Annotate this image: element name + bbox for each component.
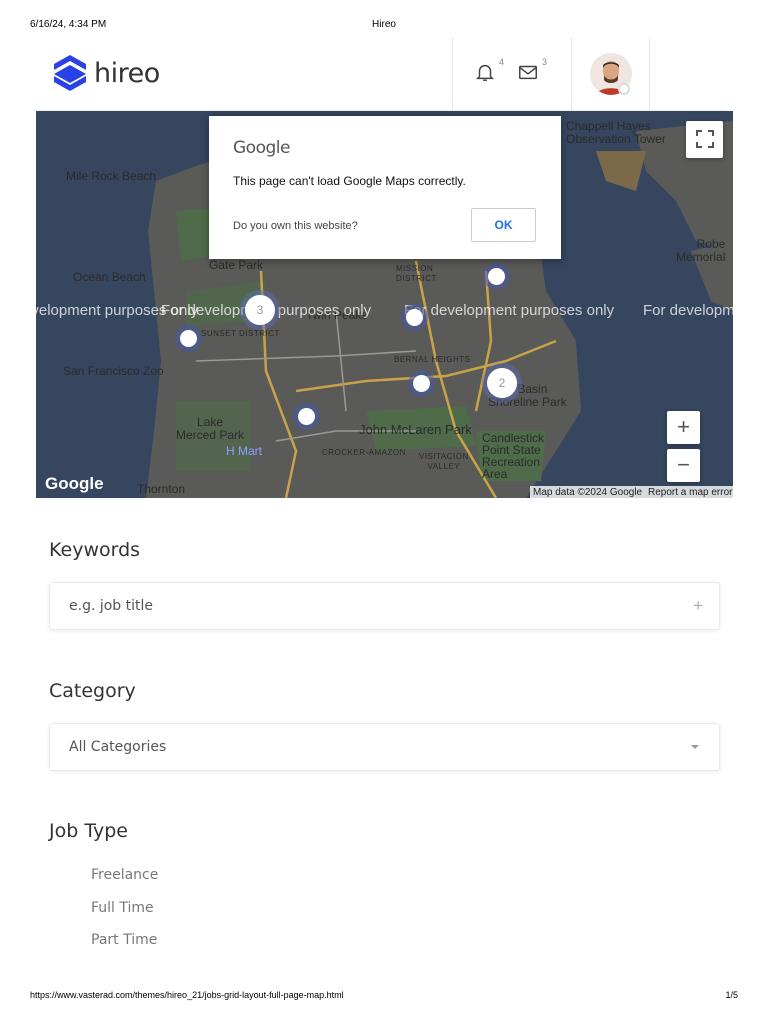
logo[interactable]: hireo [52, 53, 160, 93]
dialog-message: This page can't load Google Maps correct… [233, 174, 466, 188]
maps-error-dialog: Google This page can't load Google Maps … [209, 116, 561, 259]
print-url: https://www.vasterad.com/themes/hireo_21… [30, 990, 344, 1000]
job-type-option-freelance[interactable]: Freelance [91, 867, 158, 883]
notifications-count: 4 [498, 57, 504, 67]
chevron-down-icon [691, 745, 699, 749]
fullscreen-icon [695, 130, 714, 148]
map-label-chappell-hayes: Chappell Hayes Observation Tower [566, 119, 666, 146]
job-marker[interactable] [298, 408, 315, 425]
map-label-visitacion-valley: VISITACION VALLEY [419, 452, 469, 471]
map-label-lake-merced-park: Lake Merced Park [176, 415, 245, 442]
job-type-option-part-time[interactable]: Part Time [91, 932, 157, 948]
map-attribution: Map data ©2024 Google [530, 486, 646, 498]
dialog-question: Do you own this website? [233, 220, 358, 232]
jobs-map[interactable]: Mile Rock Beach Ocean Beach Gate Park MI… [36, 111, 733, 498]
hireo-logo-icon [54, 55, 86, 91]
job-type-heading: Job Type [49, 820, 128, 842]
map-label-ocean-beach: Ocean Beach [73, 270, 146, 284]
messages-button[interactable]: 3 [517, 57, 547, 85]
map-label-thornton: Thornton [137, 482, 186, 496]
job-marker[interactable] [406, 309, 423, 326]
envelope-icon [519, 65, 537, 80]
job-type-option-full-time[interactable]: Full Time [91, 900, 154, 916]
dialog-google-logo: Google [233, 138, 290, 158]
fullscreen-button[interactable] [686, 121, 723, 158]
dev-watermark: For development purposes only [404, 302, 615, 319]
marker-cluster[interactable]: 3 [245, 295, 275, 325]
map-label-crocker-amazon: CROCKER-AMAZON [322, 448, 406, 457]
job-marker[interactable] [488, 268, 505, 285]
header-divider [571, 37, 572, 110]
header-divider [452, 37, 453, 110]
print-page-number: 1/5 [725, 990, 738, 1000]
map-label-mile-rock-beach: Mile Rock Beach [66, 169, 157, 183]
header-divider [649, 37, 650, 110]
bell-icon [475, 64, 495, 81]
marker-cluster[interactable]: 2 [487, 368, 517, 398]
keywords-placeholder: e.g. job title [69, 598, 154, 614]
google-logo: Google [45, 474, 104, 493]
messages-count: 3 [541, 57, 547, 67]
map-label-sunset-district: SUNSET DISTRICT [201, 329, 280, 338]
map-label-mart: H Mart [226, 444, 262, 458]
map-label-gate-park: Gate Park [209, 258, 264, 272]
site-header: hireo 4 3 [36, 37, 726, 111]
print-header: 6/16/24, 4:34 PM Hireo [30, 19, 738, 33]
print-footer: https://www.vasterad.com/themes/hireo_21… [30, 990, 738, 1004]
print-title: Hireo [372, 19, 396, 30]
map-label-mission-district: MISSION DISTRICT [396, 264, 437, 283]
zoom-out-button[interactable]: − [667, 449, 700, 482]
report-map-error-link[interactable]: Report a map error [645, 486, 733, 498]
dev-watermark: For development purposes only [643, 302, 733, 319]
map-label-san-francisco-zoo: San Francisco Zoo [63, 364, 164, 378]
map-label-bernal-heights: BERNAL HEIGHTS [394, 355, 471, 364]
job-marker[interactable] [180, 330, 197, 347]
plus-icon[interactable]: + [693, 596, 703, 616]
map-label-john-mclaren-park: John McLaren Park [359, 422, 472, 437]
keywords-heading: Keywords [49, 539, 141, 561]
category-heading: Category [49, 680, 136, 702]
zoom-in-button[interactable]: + [667, 411, 700, 444]
keywords-input[interactable]: e.g. job title + [49, 582, 720, 630]
dialog-ok-button[interactable]: OK [471, 208, 536, 242]
category-select[interactable]: All Categories [49, 723, 720, 771]
map-label-candlestick: Candlestick Point State Recreation Area [482, 431, 545, 481]
status-indicator [618, 83, 630, 95]
map-label-roberts-memorial: Robe Memorial [676, 237, 726, 264]
category-selected-value: All Categories [69, 739, 167, 755]
notifications-button[interactable]: 4 [474, 57, 504, 85]
logo-text: hireo [94, 57, 160, 89]
job-marker[interactable] [413, 375, 430, 392]
